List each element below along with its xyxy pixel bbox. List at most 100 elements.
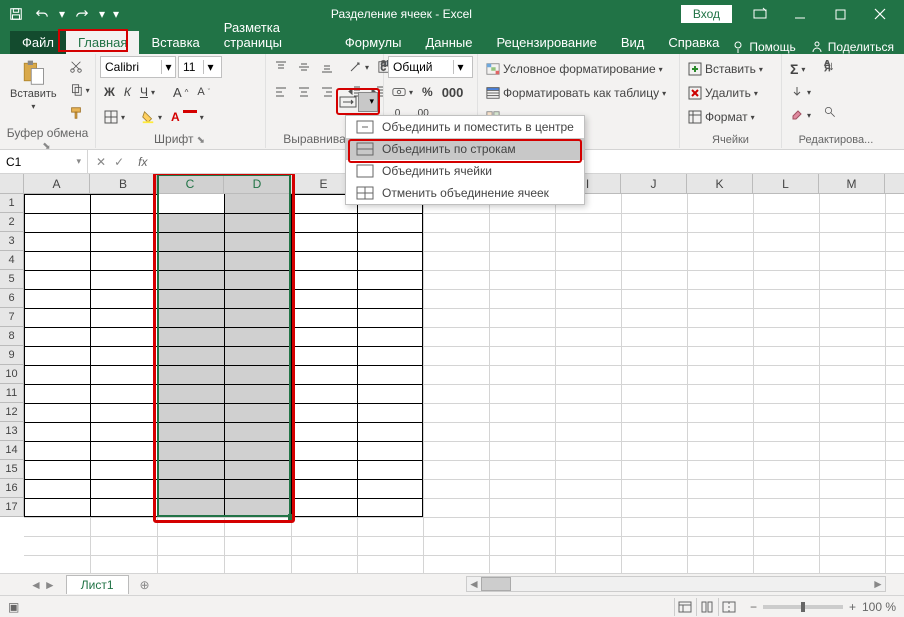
enter-formula-icon[interactable]: ✓ [114, 155, 124, 169]
tab-insert[interactable]: Вставка [139, 31, 211, 54]
row-header[interactable]: 2 [0, 213, 24, 232]
login-button[interactable]: Вход [681, 5, 732, 23]
tab-file[interactable]: Файл [10, 31, 66, 54]
row-header[interactable]: 12 [0, 403, 24, 422]
bold-button[interactable]: Ж [100, 81, 119, 103]
column-header[interactable]: M [819, 174, 885, 193]
row-header[interactable]: 6 [0, 289, 24, 308]
column-header[interactable]: L [753, 174, 819, 193]
align-left-icon[interactable] [270, 81, 292, 103]
cancel-formula-icon[interactable]: ✕ [96, 155, 106, 169]
worksheet-grid[interactable]: ABCDEFGHIJKLM 1234567891011121314151617 [0, 174, 904, 573]
zoom-in-icon[interactable]: + [849, 600, 856, 614]
align-top-icon[interactable] [270, 56, 292, 78]
save-icon[interactable] [4, 3, 28, 25]
undo-icon[interactable] [30, 3, 54, 25]
row-header[interactable]: 13 [0, 422, 24, 441]
row-header[interactable]: 9 [0, 346, 24, 365]
tab-layout[interactable]: Разметка страницы [212, 16, 333, 54]
page-layout-view-icon[interactable] [696, 598, 718, 616]
fill-handle[interactable] [288, 514, 294, 520]
font-size-combo[interactable]: ▾ [178, 56, 222, 78]
increase-font-icon[interactable]: A^ [169, 81, 192, 103]
italic-button[interactable]: К [120, 81, 135, 103]
row-header[interactable]: 8 [0, 327, 24, 346]
tab-formulas[interactable]: Формулы [333, 31, 414, 54]
sort-filter-icon[interactable]: AЯ [819, 58, 841, 102]
record-macro-icon[interactable]: ▣ [8, 600, 19, 614]
accounting-format-icon[interactable]: ▾ [388, 81, 417, 103]
align-middle-icon[interactable] [293, 56, 315, 78]
column-header[interactable]: B [90, 174, 157, 193]
tab-home[interactable]: Главная [66, 31, 139, 54]
row-header[interactable]: 16 [0, 479, 24, 498]
row-header[interactable]: 1 [0, 194, 24, 213]
zoom-out-icon[interactable]: − [750, 600, 757, 614]
zoom-level[interactable]: 100 % [862, 600, 896, 614]
align-right-icon[interactable] [316, 81, 338, 103]
horizontal-scrollbar[interactable]: ◄► [466, 576, 886, 592]
new-sheet-icon[interactable]: ⊕ [135, 575, 155, 595]
underline-button[interactable]: Ч▾ [136, 81, 159, 103]
find-select-icon[interactable] [819, 103, 841, 125]
maximize-icon[interactable] [820, 0, 860, 28]
borders-button[interactable]: ▾ [100, 106, 129, 128]
row-header[interactable]: 14 [0, 441, 24, 460]
align-center-icon[interactable] [293, 81, 315, 103]
unmerge-item[interactable]: Отменить объединение ячеек [346, 182, 584, 204]
merge-split-button[interactable]: ▾ [358, 92, 378, 112]
sheet-nav-next-icon[interactable]: ► [44, 578, 56, 592]
tell-me-button[interactable]: Помощь [731, 40, 795, 54]
tab-view[interactable]: Вид [609, 31, 657, 54]
percent-icon[interactable]: % [418, 81, 437, 103]
select-all-corner[interactable] [0, 174, 24, 193]
qat-customize-icon[interactable]: ▾ [110, 3, 122, 25]
comma-icon[interactable]: 000 [438, 81, 468, 103]
page-break-view-icon[interactable] [718, 598, 740, 616]
tab-help[interactable]: Справка [656, 31, 731, 54]
conditional-formatting-button[interactable]: Условное форматирование▾ [482, 58, 667, 80]
format-painter-button[interactable] [65, 102, 94, 124]
autosum-icon[interactable]: Σ▾ [786, 58, 815, 80]
close-icon[interactable] [860, 0, 900, 28]
row-header[interactable]: 11 [0, 384, 24, 403]
fill-color-button[interactable]: ▾ [137, 106, 166, 128]
copy-button[interactable]: ▾ [65, 79, 94, 101]
column-header[interactable]: A [24, 174, 90, 193]
normal-view-icon[interactable] [674, 598, 696, 616]
row-header[interactable]: 15 [0, 460, 24, 479]
minimize-icon[interactable] [780, 0, 820, 28]
number-format-combo[interactable]: ▾ [388, 56, 473, 78]
row-header[interactable]: 3 [0, 232, 24, 251]
merge-across-item[interactable]: Объединить по строкам [346, 138, 584, 160]
column-header[interactable]: J [621, 174, 687, 193]
merge-cells-item[interactable]: Объединить ячейки [346, 160, 584, 182]
tab-data[interactable]: Данные [413, 31, 484, 54]
orientation-icon[interactable]: ▾ [344, 56, 373, 78]
paste-button[interactable]: Вставить ▾ [4, 56, 63, 113]
column-header[interactable]: K [687, 174, 753, 193]
sheet-nav-prev-icon[interactable]: ◄ [30, 578, 42, 592]
delete-cells-button[interactable]: Удалить▾ [684, 82, 762, 104]
tab-review[interactable]: Рецензирование [484, 31, 608, 54]
merge-center-item[interactable]: Объединить и поместить в центре [346, 116, 584, 138]
redo-icon[interactable] [70, 3, 94, 25]
undo-dropdown-icon[interactable]: ▾ [56, 3, 68, 25]
sheet-tab[interactable]: Лист1 [66, 575, 129, 594]
row-header[interactable]: 4 [0, 251, 24, 270]
fill-icon[interactable]: ▾ [786, 81, 815, 103]
align-bottom-icon[interactable] [316, 56, 338, 78]
ribbon-options-icon[interactable] [740, 0, 780, 28]
redo-dropdown-icon[interactable]: ▾ [96, 3, 108, 25]
row-header[interactable]: 17 [0, 498, 24, 517]
clear-icon[interactable]: ▾ [786, 104, 815, 126]
row-header[interactable]: 10 [0, 365, 24, 384]
format-as-table-button[interactable]: Форматировать как таблицу▾ [482, 82, 670, 104]
share-button[interactable]: Поделиться [810, 40, 894, 54]
cut-button[interactable] [65, 56, 94, 78]
row-header[interactable]: 7 [0, 308, 24, 327]
row-header[interactable]: 5 [0, 270, 24, 289]
font-color-button[interactable]: A▾ [167, 106, 208, 128]
font-name-combo[interactable]: ▾ [100, 56, 176, 78]
insert-cells-button[interactable]: Вставить▾ [684, 58, 767, 80]
